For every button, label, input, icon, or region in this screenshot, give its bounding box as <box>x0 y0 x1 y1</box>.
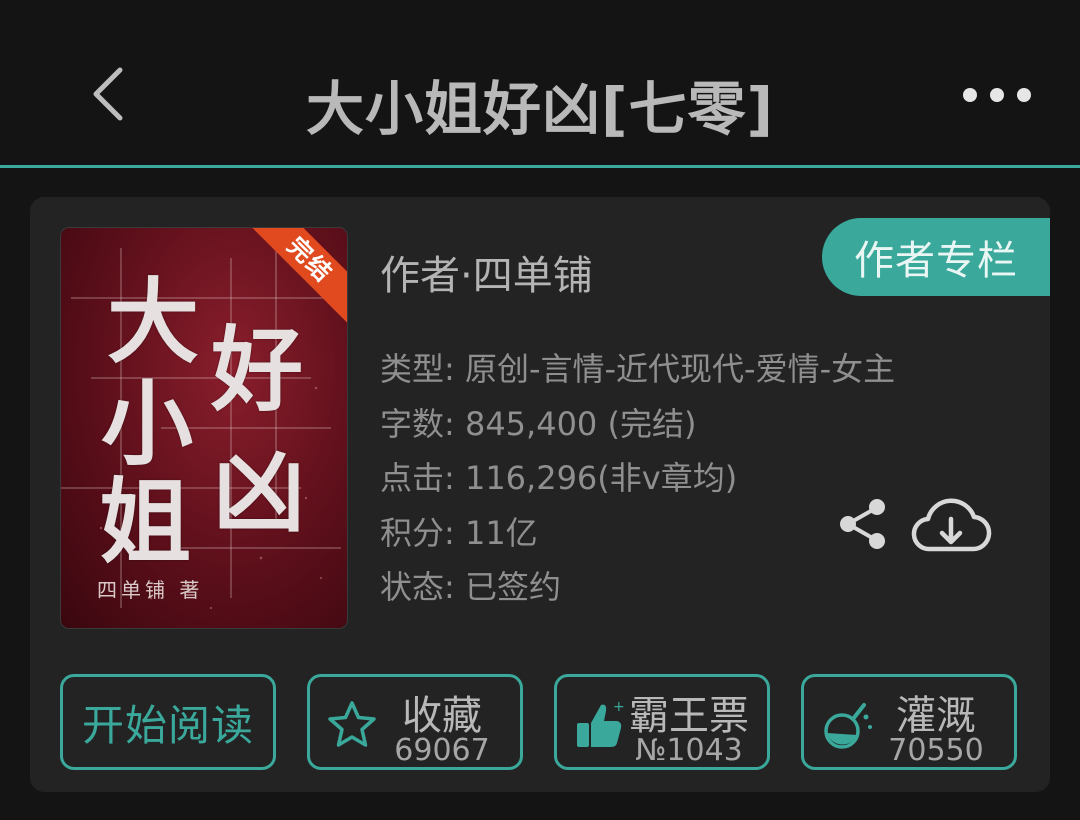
clicks-row: 点击: 116,296(非v章均) <box>380 459 738 497</box>
cloud-download-icon <box>911 498 992 552</box>
cover-title-char: 姐 <box>99 468 192 576</box>
favorite-count: 69067 <box>394 733 490 768</box>
word-count-row: 字数: 845,400 (完结) <box>380 404 697 443</box>
book-cover[interactable]: 大 小 姐 好 凶 四单铺 著 完结 <box>61 228 347 628</box>
top-bar: 大小姐好凶[七零] <box>0 0 1080 168</box>
more-dots-icon <box>963 88 1031 102</box>
author-name[interactable]: 作者·四单铺 <box>380 243 593 301</box>
overlord-ticket-rank: №1043 <box>635 733 743 768</box>
start-reading-label: 开始阅读 <box>81 700 254 750</box>
points-row: 积分: 11亿 <box>380 513 538 552</box>
nutrient-button[interactable]: 灌溉 70550 <box>801 674 1017 770</box>
cover-title-char: 凶 <box>213 438 306 546</box>
favorite-button[interactable]: 收藏 69067 <box>307 674 523 770</box>
page-title: 大小姐好凶[七零] <box>305 75 775 143</box>
cover-author: 四单铺 著 <box>97 578 204 602</box>
download-button[interactable] <box>910 497 992 559</box>
chevron-left-icon <box>93 67 123 121</box>
start-reading-button[interactable]: 开始阅读 <box>60 674 276 770</box>
book-metadata: 类型: 原创-言情-近代现代-爱情-女主 字数: 845,400 (完结) 点击… <box>380 342 895 615</box>
share-icon <box>840 499 885 549</box>
action-bar: 开始阅读 收藏 69067 + 霸王票 №1043 灌溉 70550 <box>60 674 1020 772</box>
cover-title-char: 大 <box>107 268 200 376</box>
book-info-card: 大 小 姐 好 凶 四单铺 著 完结 作者·四单铺 作者专栏 类型: 原创-言情… <box>30 197 1050 792</box>
share-button[interactable] <box>836 497 890 551</box>
status-row: 状态: 已签约 <box>380 568 561 606</box>
overlord-ticket-button[interactable]: + 霸王票 №1043 <box>554 674 770 770</box>
back-button[interactable] <box>78 58 138 130</box>
nutrient-count: 70550 <box>888 733 984 768</box>
cover-title-char: 小 <box>101 370 194 478</box>
genre-row: 类型: 原创-言情-近代现代-爱情-女主 <box>380 350 896 388</box>
author-column-button[interactable]: 作者专栏 <box>822 218 1050 296</box>
cover-title-char: 好 <box>211 316 304 424</box>
more-button[interactable] <box>960 74 1034 116</box>
